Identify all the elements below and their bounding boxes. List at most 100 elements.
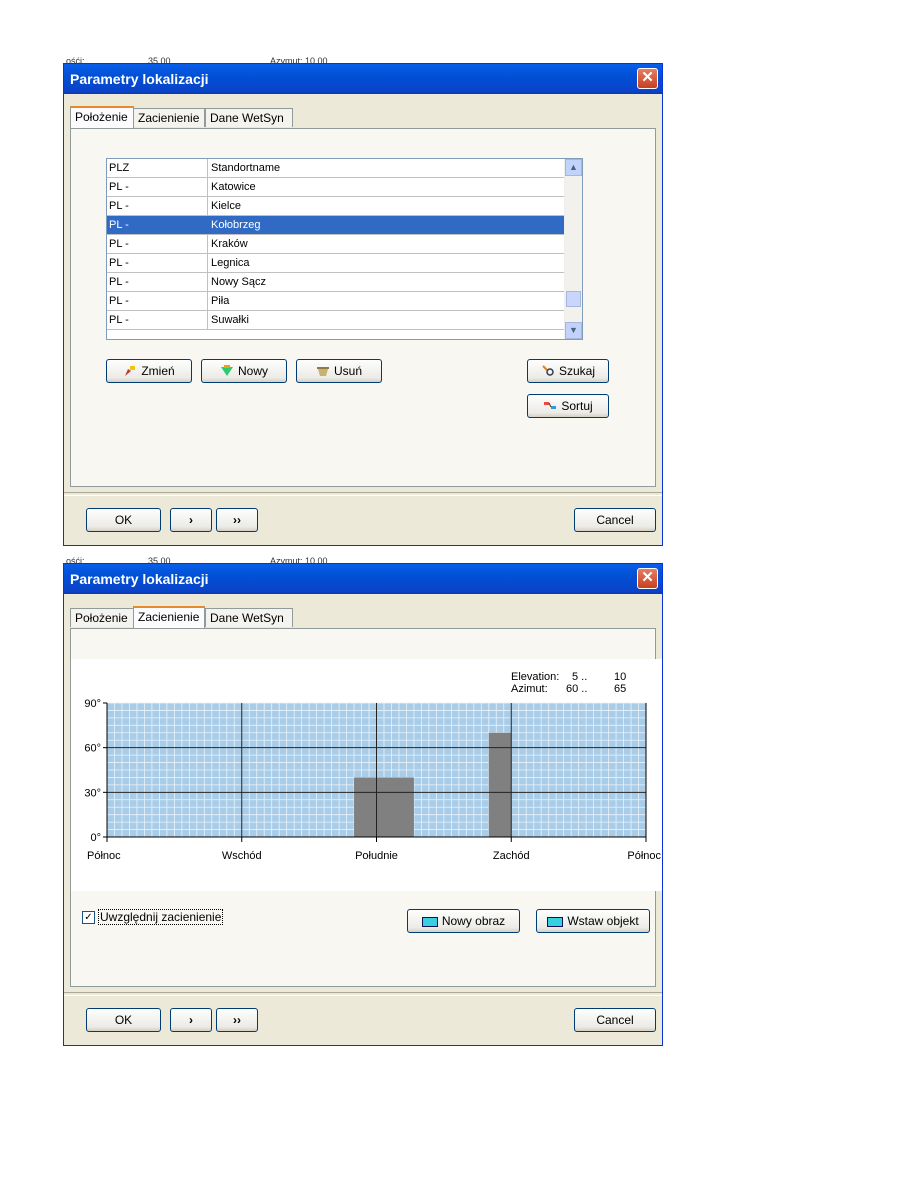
x-tick-label: Wschód	[222, 850, 262, 862]
scroll-up-arrow-icon[interactable]: ▲	[565, 159, 582, 176]
edit-button[interactable]: Zmień	[106, 359, 192, 383]
shading-checkbox-label[interactable]: Uwzględnij zacienienie	[98, 909, 224, 925]
dialog-title: Parametry lokalizacji	[70, 571, 209, 587]
tab-label: Położenie	[75, 611, 128, 625]
button-label: Cancel	[596, 513, 634, 527]
tab-label: Dane WetSyn	[210, 611, 284, 625]
button-label: Wstaw objekt	[567, 914, 639, 928]
plz-cell: PL -	[109, 314, 129, 326]
tab-polozenie[interactable]: Położenie	[70, 106, 134, 128]
close-button[interactable]: ✕	[637, 68, 658, 89]
name-cell: Nowy Sącz	[211, 276, 267, 288]
sort-icon	[544, 402, 557, 409]
insert-object-icon	[547, 917, 564, 927]
cancel-button[interactable]: Cancel	[574, 508, 656, 532]
scroll-thumb[interactable]	[566, 291, 581, 307]
list-item[interactable]: PL - Nowy Sącz	[107, 273, 582, 292]
button-label: Sortuj	[561, 399, 593, 413]
list-item[interactable]: PL - Legnica	[107, 254, 582, 273]
name-cell: Suwałki	[211, 314, 249, 326]
plz-cell: PL -	[109, 257, 129, 269]
plz-cell: PL -	[109, 276, 129, 288]
new-item-icon	[220, 365, 233, 376]
last-icon: ››	[233, 1013, 241, 1027]
x-tick-label: Północ	[87, 850, 121, 862]
next-icon: ›	[189, 1013, 193, 1027]
sort-button[interactable]: Sortuj	[527, 394, 609, 418]
last-button[interactable]: ››	[216, 1008, 258, 1032]
ok-button[interactable]: OK	[86, 1008, 161, 1032]
plz-cell: PL -	[109, 200, 129, 212]
tab-polozenie[interactable]: Położenie	[70, 608, 134, 627]
cancel-button[interactable]: Cancel	[574, 1008, 656, 1032]
horizon-chart[interactable]: 90° 60° 30° 0° Północ Wschód Południe Zachód Pół…	[71, 659, 662, 891]
plz-cell: PL -	[109, 238, 129, 250]
button-label: Nowy	[237, 364, 268, 378]
location-list[interactable]: PLZ Standortname PL - Katowice PL - Kielce…	[106, 158, 583, 340]
vertical-scrollbar[interactable]: ▲ ▼	[564, 159, 582, 339]
new-image-button[interactable]: Nowy obraz	[407, 909, 520, 933]
list-header[interactable]: PLZ Standortname	[107, 159, 582, 178]
pencil-icon	[125, 366, 136, 376]
tab-dane-wetsyn[interactable]: Dane WetSyn	[205, 608, 293, 627]
button-label: OK	[114, 513, 133, 527]
search-icon	[542, 365, 554, 376]
check-mark-icon: ✓	[84, 912, 93, 923]
tab-dane-wetsyn[interactable]: Dane WetSyn	[205, 108, 293, 127]
list-item[interactable]: PL - Piła	[107, 292, 582, 311]
list-item[interactable]: PL - Suwałki	[107, 311, 582, 330]
search-button[interactable]: Szukaj	[527, 359, 609, 383]
insert-object-button[interactable]: Wstaw objekt	[536, 909, 650, 933]
tab-label: Położenie	[75, 110, 128, 124]
list-item-selected[interactable]: PL - Kołobrzeg	[107, 216, 582, 235]
last-icon: ››	[233, 513, 241, 527]
name-cell: Kołobrzeg	[211, 219, 261, 231]
location-dialog-shading: Parametry lokalizacji ✕ Położenie Zacien…	[63, 563, 663, 1046]
next-icon: ›	[189, 513, 193, 527]
new-button[interactable]: Nowy	[201, 359, 287, 383]
title-bar[interactable]: Parametry lokalizacji ✕	[64, 64, 662, 94]
list-item[interactable]: PL - Kielce	[107, 197, 582, 216]
header-plz[interactable]: PLZ	[109, 162, 129, 174]
image-icon	[421, 917, 438, 927]
tab-label: Dane WetSyn	[210, 111, 284, 125]
shading-chart-area[interactable]: Elevation: 5 .. 10 Azimut: 60 .. 65 90° 6…	[71, 659, 662, 891]
last-button[interactable]: ››	[216, 508, 258, 532]
close-icon: ✕	[641, 569, 654, 586]
next-button[interactable]: ›	[170, 508, 212, 532]
y-tick-label: 30°	[84, 787, 101, 799]
button-label: Zmień	[141, 364, 175, 378]
close-button[interactable]: ✕	[637, 568, 658, 589]
close-icon: ✕	[641, 69, 654, 86]
button-label: Cancel	[596, 1013, 634, 1027]
ok-button[interactable]: OK	[86, 508, 161, 532]
footer-separator	[64, 992, 662, 996]
title-bar[interactable]: Parametry lokalizacji ✕	[64, 564, 662, 594]
shading-checkbox[interactable]: ✓	[82, 911, 95, 924]
obstacle-bar	[488, 732, 512, 837]
header-standortname[interactable]: Standortname	[211, 162, 280, 174]
next-button[interactable]: ›	[170, 1008, 212, 1032]
list-item[interactable]: PL - Katowice	[107, 178, 582, 197]
y-tick-label: 0°	[90, 832, 101, 844]
name-cell: Katowice	[211, 181, 256, 193]
plz-cell: PL -	[109, 219, 129, 231]
tab-zacienienie[interactable]: Zacienienie	[133, 606, 205, 628]
name-cell: Legnica	[211, 257, 250, 269]
button-label: Szukaj	[558, 364, 596, 378]
y-tick-label: 60°	[84, 743, 101, 755]
x-tick-label: Północ	[627, 850, 661, 862]
footer-separator	[64, 492, 662, 496]
plz-cell: PL -	[109, 295, 129, 307]
x-tick-label: Zachód	[493, 850, 530, 862]
location-dialog-position: Parametry lokalizacji ✕ Położenie Zacien…	[63, 63, 663, 546]
y-tick-label: 90°	[84, 698, 101, 710]
name-cell: Kielce	[211, 200, 241, 212]
list-item[interactable]: PL - Kraków	[107, 235, 582, 254]
plz-cell: PL -	[109, 181, 129, 193]
scroll-down-arrow-icon[interactable]: ▼	[565, 322, 582, 339]
button-label: OK	[114, 1013, 133, 1027]
delete-button[interactable]: Usuń	[296, 359, 382, 383]
tab-zacienienie[interactable]: Zacienienie	[133, 108, 205, 127]
button-label: Nowy obraz	[441, 914, 506, 928]
